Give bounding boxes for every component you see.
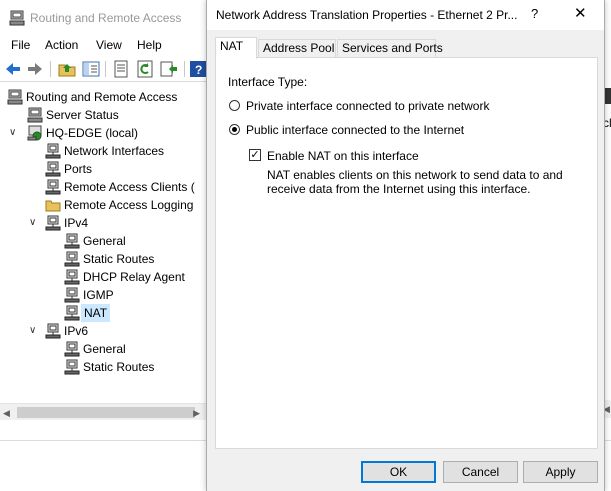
server-icon xyxy=(9,10,25,26)
dialog-titlebar[interactable]: Network Address Translation Properties -… xyxy=(207,0,604,30)
enable-nat-checkbox[interactable]: ✓ xyxy=(249,149,261,161)
server-icon xyxy=(7,89,23,105)
tree-node-label: General xyxy=(83,234,126,248)
apply-button[interactable]: Apply xyxy=(523,461,598,483)
network-icon xyxy=(64,305,80,321)
tree-node-label: Ports xyxy=(64,162,93,176)
network-icon xyxy=(45,143,61,159)
network-icon xyxy=(64,359,80,375)
forward-arrow-icon[interactable] xyxy=(26,60,44,78)
radio-public[interactable] xyxy=(229,124,240,135)
tree-node-label: Static Routes xyxy=(83,252,155,266)
server-icon xyxy=(27,125,42,141)
scroll-left-icon[interactable]: ◀ xyxy=(3,408,10,419)
network-icon xyxy=(45,161,61,177)
network-icon xyxy=(64,233,80,249)
menu-help[interactable]: Help xyxy=(137,38,162,52)
server-icon xyxy=(27,107,43,123)
tree-node-label: DHCP Relay Agent xyxy=(83,270,185,284)
mmc-title: Routing and Remote Access xyxy=(30,11,182,25)
toolbar-separator xyxy=(184,61,185,77)
network-icon xyxy=(64,287,80,303)
export-list-icon[interactable] xyxy=(160,60,178,78)
tree-node-label: Server Status xyxy=(46,108,119,122)
close-icon[interactable]: ✕ xyxy=(574,4,587,22)
enable-nat-label: Enable NAT on this interface xyxy=(267,149,419,163)
menu-file[interactable]: File xyxy=(11,38,30,52)
network-icon xyxy=(64,341,80,357)
radio-public-label: Public interface connected to the Intern… xyxy=(246,123,465,137)
toolbar-separator xyxy=(105,61,106,77)
help-button[interactable]: ? xyxy=(531,6,538,21)
tree-node-label: Remote Access Logging xyxy=(64,198,194,212)
tree-node-label: Remote Access Clients ( xyxy=(64,180,195,194)
tree-node-label: IPv6 xyxy=(64,324,89,338)
menu-action[interactable]: Action xyxy=(45,38,78,52)
toolbar-separator xyxy=(50,61,51,77)
show-hide-tree-icon[interactable] xyxy=(82,60,100,78)
radio-private-label: Private interface connected to private n… xyxy=(246,99,490,113)
cancel-button[interactable]: Cancel xyxy=(443,461,518,483)
network-icon xyxy=(45,323,61,339)
back-arrow-icon[interactable] xyxy=(4,60,22,78)
network-icon xyxy=(45,215,61,231)
scrollbar-thumb[interactable] xyxy=(17,407,195,418)
tree-node-label: HQ-EDGE (local) xyxy=(46,126,139,140)
toolbar: ? xyxy=(0,56,206,82)
nat-properties-dialog: Network Address Translation Properties -… xyxy=(206,0,605,491)
tree-node-label: IGMP xyxy=(83,288,114,302)
chevron-down-icon[interactable]: ∨ xyxy=(29,218,39,228)
console-tree: Routing and Remote Access Server Status … xyxy=(0,86,200,406)
tree-node-label: Routing and Remote Access xyxy=(26,90,178,104)
folder-icon xyxy=(45,200,61,212)
menubar: File Action View Help xyxy=(0,36,206,56)
horizontal-scrollbar[interactable]: ◀ ▶ xyxy=(0,403,206,420)
interface-type-label: Interface Type: xyxy=(228,75,308,89)
help-icon[interactable]: ? xyxy=(190,60,206,78)
refresh-icon[interactable] xyxy=(136,60,154,78)
tab-services-and-ports[interactable]: Services and Ports xyxy=(337,39,443,58)
properties-icon[interactable] xyxy=(112,60,130,78)
tab-address-pool[interactable]: Address Pool xyxy=(258,39,336,58)
chevron-down-icon[interactable]: ∨ xyxy=(29,326,39,336)
nat-description: NAT enables clients on this network to s… xyxy=(267,168,563,196)
chevron-down-icon[interactable]: ∨ xyxy=(9,128,19,138)
tree-node-label: IPv4 xyxy=(64,216,89,230)
menu-view[interactable]: View xyxy=(96,38,122,52)
ok-button[interactable]: OK xyxy=(361,461,436,483)
mmc-titlebar: Routing and Remote Access xyxy=(0,0,210,36)
scroll-right-icon[interactable]: ▶ xyxy=(193,408,200,419)
network-icon xyxy=(64,269,80,285)
radio-private[interactable] xyxy=(229,100,240,111)
nat-tab-page: Interface Type: Private interface connec… xyxy=(215,57,598,449)
up-folder-icon[interactable] xyxy=(58,60,76,78)
tab-nat[interactable]: NAT xyxy=(215,37,257,59)
tree-node-label: NAT xyxy=(81,304,111,322)
network-icon xyxy=(45,179,61,195)
details-header-edge xyxy=(604,88,611,104)
tree-node-label: Network Interfaces xyxy=(64,144,165,158)
tree-node-label: Static Routes xyxy=(83,360,155,374)
dialog-title: Network Address Translation Properties -… xyxy=(216,8,518,22)
svg-text:?: ? xyxy=(195,63,202,77)
network-icon xyxy=(64,251,80,267)
tree-node-label: General xyxy=(83,342,126,356)
